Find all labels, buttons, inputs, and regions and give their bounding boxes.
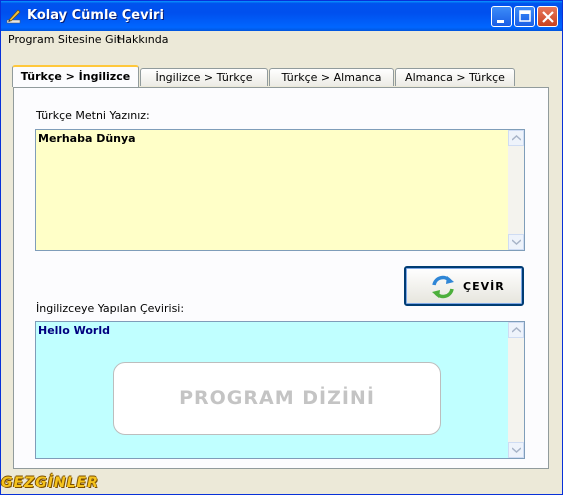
chevron-up-icon <box>512 135 521 141</box>
app-window: Kolay Cümle Çeviri Program Sitesine Git … <box>0 0 563 495</box>
gezginler-logo: GEZGİNLER <box>1 475 99 491</box>
tab-turkce-almanca[interactable]: Türkçe > Almanca <box>269 68 394 86</box>
close-button[interactable] <box>537 6 558 27</box>
tab-almanca-turkce[interactable]: Almanca > Türkçe <box>395 68 515 86</box>
chevron-down-icon <box>512 447 521 453</box>
input-label: Türkçe Metni Yazınız: <box>36 109 150 122</box>
chevron-down-icon <box>512 239 521 245</box>
output-scrollbar[interactable] <box>508 322 524 458</box>
window-title: Kolay Cümle Çeviri <box>27 8 164 23</box>
tab-ingilizce-turkce[interactable]: İngilizce > Türkçe <box>140 68 268 86</box>
watermark-box: PROGRAM DİZİNİ <box>113 362 441 435</box>
scroll-up-button[interactable] <box>508 130 524 146</box>
translate-button-label: ÇEVİR <box>463 280 505 293</box>
maximize-button[interactable] <box>514 6 535 27</box>
tab-turkce-ingilizce[interactable]: Türkçe > İngilizce <box>12 65 139 87</box>
output-label: İngilizceye Yapılan Çevirisi: <box>36 302 185 315</box>
output-text: Hello World <box>38 324 110 337</box>
menu-bar: Program Sitesine Git Hakkında <box>1 31 562 49</box>
scroll-down-button[interactable] <box>508 442 524 458</box>
scroll-up-button[interactable] <box>508 322 524 338</box>
watermark-text: PROGRAM DİZİNİ <box>179 387 375 409</box>
menu-program-sitesine-git[interactable]: Program Sitesine Git <box>8 33 121 46</box>
minimize-button[interactable] <box>491 6 512 27</box>
menu-hakkinda[interactable]: Hakkında <box>117 33 169 46</box>
turkish-input[interactable]: Merhaba Dünya <box>35 129 525 251</box>
close-icon <box>542 11 554 23</box>
input-text: Merhaba Dünya <box>38 132 136 145</box>
input-scrollbar[interactable] <box>508 130 524 250</box>
title-bar[interactable]: Kolay Cümle Çeviri <box>1 1 562 31</box>
pencil-icon <box>6 9 21 24</box>
maximize-icon <box>519 10 531 22</box>
translate-button[interactable]: ÇEVİR <box>404 266 524 306</box>
refresh-arrows-icon <box>432 275 454 299</box>
chevron-up-icon <box>512 327 521 333</box>
scroll-down-button[interactable] <box>508 234 524 250</box>
minimize-icon <box>497 20 504 23</box>
